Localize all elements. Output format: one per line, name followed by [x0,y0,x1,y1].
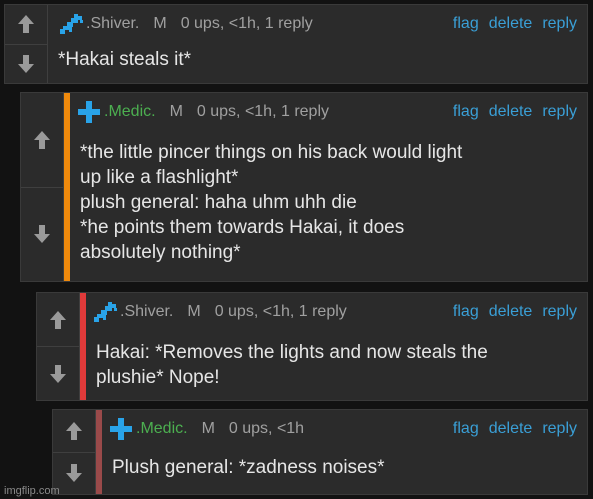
arrow-up-icon [18,15,34,34]
thread-accent-bar [96,410,102,494]
comment-header: .Medic. M 0 ups, <1h flag delete reply [108,416,577,442]
comment-actions: flag delete reply [453,420,577,438]
upvote-button[interactable] [5,5,47,44]
flag-link[interactable]: flag [453,15,479,33]
comment-text: Hakai: *Removes the lights and now steal… [96,340,577,390]
blue-pixel-creature-icon[interactable] [92,300,118,324]
comment-header: .Medic. M 0 ups, <1h, 1 reply flag delet… [76,99,577,125]
comment-body: .Shiver. M 0 ups, <1h, 1 reply flag dele… [80,293,587,400]
blue-pixel-creature-icon[interactable] [58,12,84,36]
comment-line: Hakai: *Removes the lights and now steal… [96,342,488,363]
blue-cross-icon[interactable] [76,100,102,124]
comment-meta: 0 ups, <1h [228,420,305,437]
comment-text: Plush general: *zadness noises* [112,455,577,480]
vote-column [5,5,48,83]
downvote-button[interactable] [5,43,47,84]
comment-line: *Hakai steals it* [58,49,192,70]
vote-column [21,93,64,281]
username-link[interactable]: .Shiver. [86,15,139,33]
comment-4: .Medic. M 0 ups, <1h flag delete reply P… [52,409,588,495]
arrow-up-icon [34,130,50,149]
comment-1: .Shiver. M 0 ups, <1h, 1 reply flag dele… [4,4,588,84]
comment-2: .Medic. M 0 ups, <1h, 1 reply flag delet… [20,92,588,282]
reply-link[interactable]: reply [542,103,577,121]
mod-badge: M [169,103,183,120]
flag-link[interactable]: flag [453,103,479,121]
arrow-down-icon [34,225,50,244]
arrow-up-icon [50,310,66,329]
mod-badge: M [153,15,167,32]
username-link[interactable]: .Medic. [104,103,156,121]
delete-link[interactable]: delete [489,420,533,438]
delete-link[interactable]: delete [489,303,533,321]
comment-body: .Medic. M 0 ups, <1h flag delete reply P… [96,410,587,494]
delete-link[interactable]: delete [489,103,533,121]
comment-line: plushie* Nope! [96,367,220,388]
comment-actions: flag delete reply [453,303,577,321]
arrow-down-icon [50,364,66,383]
reply-link[interactable]: reply [542,303,577,321]
comment-meta: 0 ups, <1h, 1 reply [196,103,329,120]
username-link[interactable]: .Medic. [136,420,188,438]
reply-link[interactable]: reply [542,15,577,33]
mod-badge: M [201,420,215,437]
comment-line: absolutely nothing* [80,242,241,263]
thread-accent-bar [64,93,70,281]
blue-cross-icon[interactable] [108,417,134,441]
flag-link[interactable]: flag [453,303,479,321]
downvote-button[interactable] [21,186,63,282]
thread-accent-bar [80,293,86,400]
delete-link[interactable]: delete [489,15,533,33]
comment-meta: 0 ups, <1h, 1 reply [180,15,313,32]
comment-line: up like a flashlight* [80,167,239,188]
mod-badge: M [187,303,201,320]
downvote-button[interactable] [37,346,79,400]
vote-column [37,293,80,400]
username-link[interactable]: .Shiver. [120,303,173,321]
comment-actions: flag delete reply [453,15,577,33]
comment-header: .Shiver. M 0 ups, <1h, 1 reply flag dele… [58,11,577,37]
flag-link[interactable]: flag [453,420,479,438]
upvote-button[interactable] [37,293,79,346]
comment-line: Plush general: *zadness noises* [112,457,385,478]
arrow-up-icon [66,421,82,440]
comment-body: .Shiver. M 0 ups, <1h, 1 reply flag dele… [48,5,587,83]
comment-text: *Hakai steals it* [58,47,577,72]
upvote-button[interactable] [53,410,95,452]
arrow-down-icon [66,464,82,483]
comment-line: plush general: haha uhm uhh die [80,192,357,213]
comment-meta: 0 ups, <1h, 1 reply [214,303,347,320]
comment-body: .Medic. M 0 ups, <1h, 1 reply flag delet… [64,93,587,281]
comment-line: *the little pincer things on his back wo… [80,142,463,163]
reply-link[interactable]: reply [542,420,577,438]
comment-text: *the little pincer things on his back wo… [80,140,577,265]
vote-column [53,410,96,494]
arrow-down-icon [18,54,34,73]
comment-actions: flag delete reply [453,103,577,121]
imgflip-watermark: imgflip.com [4,485,60,497]
comment-3: .Shiver. M 0 ups, <1h, 1 reply flag dele… [36,292,588,401]
comment-line: *he points them towards Hakai, it does [80,217,405,238]
upvote-button[interactable] [21,93,63,187]
comment-header: .Shiver. M 0 ups, <1h, 1 reply flag dele… [92,299,577,325]
